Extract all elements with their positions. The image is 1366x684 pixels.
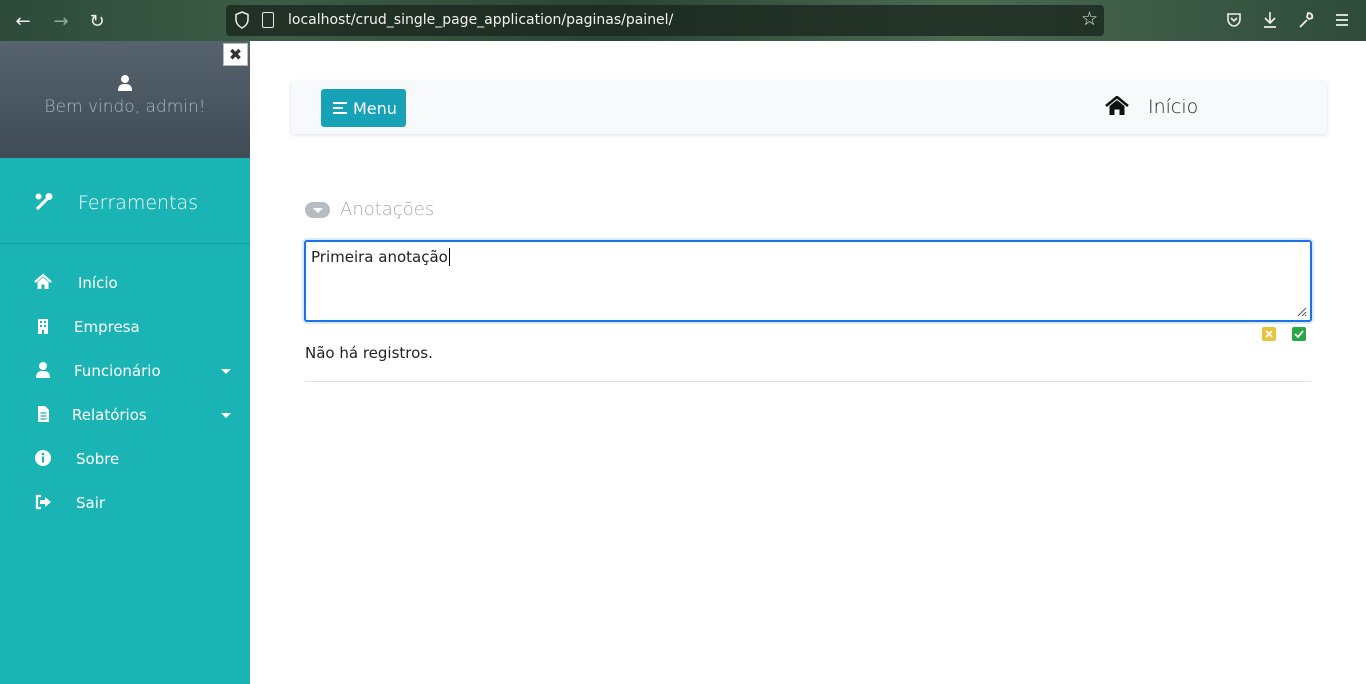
page-icon	[262, 12, 274, 28]
confirm-note-button[interactable]	[1292, 327, 1306, 341]
browser-toolbar: ← → ↻ localhost/crud_single_page_applica…	[0, 0, 1366, 41]
sidebar-item-label: Relatórios	[72, 406, 147, 424]
sign-out-icon	[35, 494, 51, 510]
close-sidebar-button[interactable]: ✖	[223, 43, 248, 66]
divider	[305, 381, 1311, 382]
wrench-icon[interactable]	[1298, 11, 1314, 29]
back-icon[interactable]: ←	[10, 8, 36, 34]
sidebar-item-relatorios[interactable]: Relatórios	[0, 395, 250, 435]
reload-icon[interactable]: ↻	[84, 8, 110, 34]
tools-icon	[35, 193, 53, 211]
chevron-down-icon	[221, 369, 231, 374]
forward-icon[interactable]: →	[48, 8, 74, 34]
sidebar-item-label: Início	[78, 274, 118, 292]
close-icon: ✖	[228, 45, 243, 64]
bookmark-star-icon[interactable]: ☆	[1081, 8, 1098, 30]
file-icon	[38, 406, 49, 422]
sidebar-item-sair[interactable]: Sair	[0, 483, 250, 523]
home-icon	[34, 273, 52, 289]
home-icon	[1105, 96, 1129, 115]
hamburger-menu-icon[interactable]	[1334, 12, 1350, 28]
caret-down-icon	[305, 202, 330, 218]
download-icon[interactable]	[1262, 11, 1278, 29]
section-title-label: Ferramentas	[78, 192, 199, 214]
empty-records-text: Não há registros.	[305, 344, 433, 362]
user-icon	[118, 75, 132, 91]
sidebar: Bem vindo, admin! ✖ Ferramentas Início E…	[0, 41, 250, 684]
shield-icon	[235, 11, 249, 29]
sidebar-item-inicio[interactable]: Início	[0, 263, 250, 303]
info-icon	[35, 450, 51, 466]
sidebar-item-funcionario[interactable]: Funcionário	[0, 351, 250, 391]
sidebar-section-title: Ferramentas	[0, 158, 250, 244]
sidebar-item-label: Empresa	[74, 318, 140, 336]
address-bar[interactable]: localhost/crud_single_page_application/p…	[226, 5, 1104, 36]
building-icon	[38, 319, 48, 334]
menu-button-label: Menu	[353, 98, 397, 118]
align-left-icon	[333, 102, 347, 114]
sidebar-header: Bem vindo, admin!	[0, 41, 250, 158]
current-page-label: Início	[1148, 96, 1199, 118]
note-textarea[interactable]: Primeira anotação	[304, 240, 1312, 322]
pocket-icon[interactable]	[1226, 12, 1242, 28]
sidebar-item-label: Sobre	[76, 450, 120, 468]
menu-toggle-button[interactable]: Menu	[321, 89, 406, 127]
text-cursor	[448, 248, 450, 266]
welcome-text: Bem vindo, admin!	[44, 97, 206, 117]
times-icon	[1265, 330, 1273, 338]
url-text[interactable]: localhost/crud_single_page_application/p…	[288, 12, 673, 28]
sidebar-item-label: Sair	[76, 494, 106, 512]
resize-handle-icon[interactable]	[1295, 305, 1307, 317]
note-text: Primeira anotação	[311, 248, 448, 266]
user-icon	[36, 362, 50, 378]
sidebar-item-label: Funcionário	[74, 362, 161, 380]
cancel-note-button[interactable]	[1262, 327, 1276, 341]
sidebar-item-sobre[interactable]: Sobre	[0, 439, 250, 479]
chevron-down-icon	[221, 413, 231, 418]
sidebar-item-empresa[interactable]: Empresa	[0, 307, 250, 347]
notes-title: Anotações	[340, 199, 435, 220]
top-navbar: Menu Início	[291, 81, 1327, 134]
check-icon	[1294, 330, 1304, 338]
